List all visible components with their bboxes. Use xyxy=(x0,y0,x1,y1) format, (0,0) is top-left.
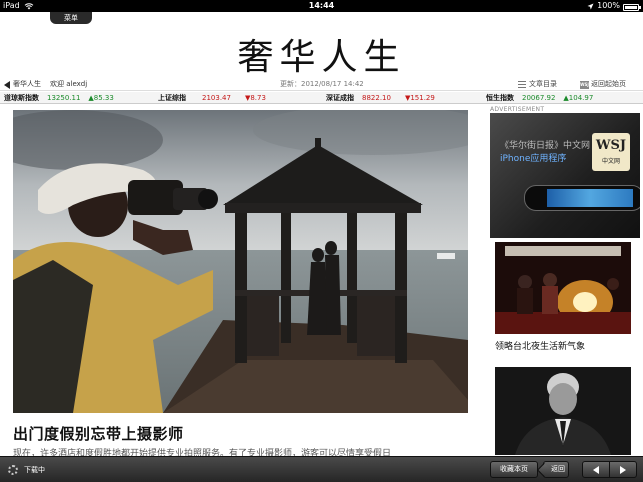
arrow-right-icon xyxy=(620,466,626,474)
armani-portrait-thumbnail[interactable] xyxy=(495,367,631,455)
toc-label: 文章目录 xyxy=(529,80,557,88)
location-arrow-icon xyxy=(587,3,594,9)
spinner-icon xyxy=(8,465,18,475)
wsj-home-icon: WSJ xyxy=(580,80,589,89)
ticker-item: 道琼斯指数 13250.11 ▲85.33 xyxy=(4,92,114,104)
wsj-logo: WSJ 中文网 xyxy=(592,133,630,171)
ticker-item: 深证成指 8822.10 ▼151.29 xyxy=(326,92,435,104)
taipei-nightlife-thumbnail[interactable] xyxy=(495,242,631,334)
back-label: 奢华人生 xyxy=(13,80,41,88)
arrow-left-icon xyxy=(593,466,599,474)
previous-article-button[interactable] xyxy=(582,461,610,478)
iphone-screen xyxy=(547,189,633,207)
next-article-button[interactable] xyxy=(609,461,637,478)
iphone-image xyxy=(524,185,640,211)
loading-indicator: 下载中 xyxy=(8,465,45,475)
battery-fill xyxy=(625,5,637,9)
wsj-iphone-app-ad[interactable]: 《华尔街日报》中文网 iPhone应用程序 WSJ 中文网 xyxy=(490,113,640,238)
status-bar: iPad 14:44 100% xyxy=(0,0,643,12)
clock: 14:44 xyxy=(308,1,335,10)
ticker-name: 道琼斯指数 xyxy=(4,94,39,102)
ad-line-2: iPhone应用程序 xyxy=(500,154,567,164)
ticker-change: ▲104.97 xyxy=(563,94,594,102)
section-title: 奢华人生 xyxy=(237,37,406,78)
back-to-section-link[interactable]: 奢华人生 欢迎 alexdj xyxy=(4,78,87,91)
article-headline[interactable]: 出门度假别忘带上摄影师 xyxy=(13,423,184,444)
advertisement-label: ADVERTISEMENT xyxy=(490,106,545,113)
ticker-name: 上证综指 xyxy=(158,94,186,102)
ticker-value: 20067.92 xyxy=(522,94,556,102)
home-link[interactable]: WSJ 返回起始页 xyxy=(580,78,626,91)
article-lede: 现在，许多酒店和度假胜地都开始提供专业拍照服务。有了专业摄影师，游客可以尽情享受… xyxy=(13,449,392,456)
ticker-item: 恒生指数 20067.92 ▲104.97 xyxy=(486,92,593,104)
taipei-nightlife-caption[interactable]: 领略台北夜生活新气象 xyxy=(495,339,585,352)
wsj-logo-subtext: 中文网 xyxy=(601,158,620,165)
portrait-image xyxy=(495,367,631,455)
home-label: 返回起始页 xyxy=(591,80,626,88)
navigation-bar: 奢华人生 欢迎 alexdj 更新：2012/08/17 14:42 文章目录 … xyxy=(0,78,643,91)
menu-button[interactable]: 菜单 xyxy=(50,12,92,24)
masthead: 奢华人生 xyxy=(0,12,643,78)
loading-text: 下载中 xyxy=(24,466,45,474)
status-right: 100% xyxy=(587,0,641,12)
table-of-contents-link[interactable]: 文章目录 xyxy=(518,78,557,91)
ticker-change: ▼151.29 xyxy=(404,94,435,102)
wsj-logo-text: WSJ xyxy=(595,138,627,153)
ticker-item: 上证综指 2103.47 ▼8.73 xyxy=(158,92,266,104)
ticker-name: 深证成指 xyxy=(326,94,354,102)
ticker-value: 13250.11 xyxy=(47,94,81,102)
ticker-value: 8822.10 xyxy=(362,94,391,102)
ticker-change: ▼8.73 xyxy=(244,94,266,102)
battery-icon xyxy=(623,3,641,11)
nightclub-image xyxy=(495,242,631,334)
welcome-text: 欢迎 alexdj xyxy=(50,80,88,88)
bottom-toolbar: 下载中 收藏本页 返回 xyxy=(0,456,643,482)
ticker-name: 恒生指数 xyxy=(486,94,514,102)
back-arrow-icon xyxy=(4,80,10,89)
ad-line-1: 《华尔街日报》中文网 xyxy=(500,141,591,151)
list-icon xyxy=(518,81,526,88)
back-button[interactable]: 返回 xyxy=(543,461,569,478)
ticker-value: 2103.47 xyxy=(202,94,231,102)
article-photo[interactable] xyxy=(13,110,468,413)
ticker-change: ▲85.33 xyxy=(88,94,114,102)
battery-percent: 100% xyxy=(597,1,620,10)
update-timestamp: 更新：2012/08/17 14:42 xyxy=(280,80,364,88)
save-page-button[interactable]: 收藏本页 xyxy=(490,461,538,478)
market-ticker: 道琼斯指数 13250.11 ▲85.33 上证综指 2103.47 ▼8.73… xyxy=(0,92,643,104)
photographer-gazebo-image xyxy=(13,110,468,413)
